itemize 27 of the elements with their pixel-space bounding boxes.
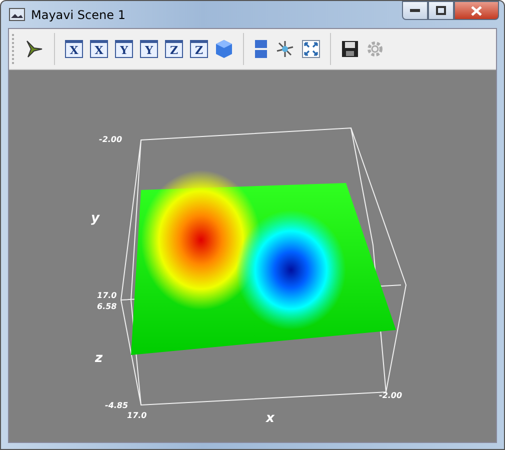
tick-label: 17.0: [127, 412, 147, 420]
tick-label: -4.85: [105, 402, 128, 410]
fullscreen-button[interactable]: [300, 37, 322, 61]
view-axis-button[interactable]: Z: [190, 40, 208, 58]
tick-label: 17.0: [97, 292, 117, 300]
axis-label: x: [266, 412, 274, 425]
axis-label: z: [95, 352, 103, 365]
maximize-button[interactable]: [428, 1, 454, 20]
close-icon: [471, 6, 482, 16]
view-axis-button[interactable]: Z: [165, 40, 183, 58]
view-axis-button[interactable]: Y: [115, 40, 133, 58]
landscape-icon: [9, 8, 25, 21]
tick-label: -2.00: [379, 392, 402, 400]
minimize-button[interactable]: [402, 1, 428, 20]
tick-label: 6.58: [97, 303, 117, 311]
view-axis-button[interactable]: Y: [140, 40, 158, 58]
view-axis-button[interactable]: X: [90, 40, 108, 58]
close-button[interactable]: [454, 1, 499, 20]
minimize-icon: [410, 8, 420, 12]
view-axis-button[interactable]: X: [65, 40, 83, 58]
maximize-icon: [436, 6, 446, 15]
axis-label: y: [91, 212, 100, 225]
cube-button[interactable]: [213, 37, 235, 61]
tick-label: -2.00: [99, 136, 122, 144]
window-title: Mayavi Scene 1: [31, 8, 126, 22]
toolbar-grip: [12, 34, 16, 64]
projection-button[interactable]: [252, 37, 270, 61]
